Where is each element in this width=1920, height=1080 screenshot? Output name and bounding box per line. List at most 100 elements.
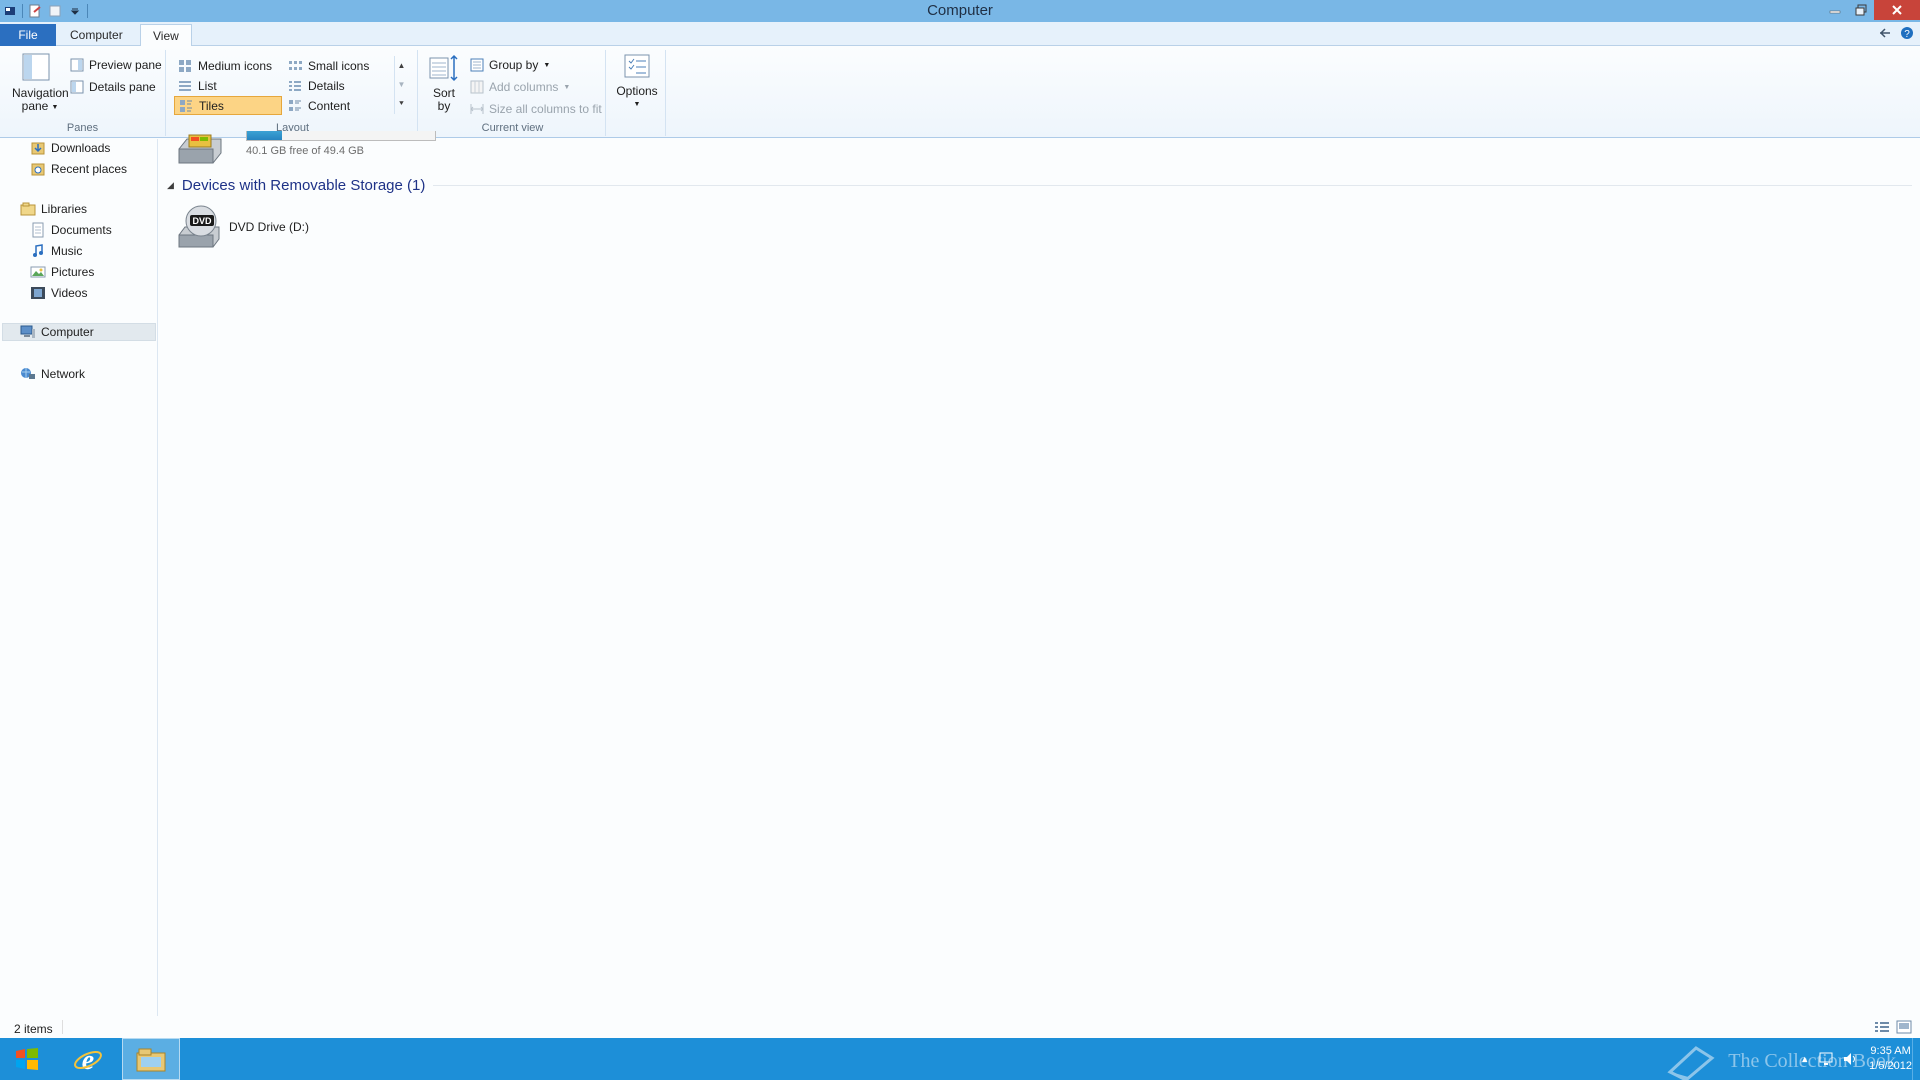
nav-label-pictures: Pictures [51,265,95,279]
group-divider [433,184,1912,186]
navigation-pane[interactable]: Downloads Recent places Libraries Docume… [0,139,158,1031]
network-status-icon[interactable] [1819,1052,1833,1066]
details-icon [289,80,301,91]
nav-item-downloads[interactable]: Downloads [30,139,110,157]
svg-text:?: ? [1904,29,1910,40]
navigation-pane-button[interactable]: Navigation pane ▼ [4,52,69,114]
nav-label-videos: Videos [51,286,88,300]
nav-item-music[interactable]: Music [30,242,82,260]
list-label: List [198,78,217,93]
add-columns-label: Add columns [489,80,559,94]
pictures-icon [30,266,46,278]
nav-item-pictures[interactable]: Pictures [30,263,94,281]
medium-icons-label: Medium icons [198,58,273,73]
details-pane-button[interactable]: Details pane [70,78,156,96]
show-hidden-icons-icon[interactable]: ▲ [1800,1054,1809,1064]
add-columns-icon [470,80,484,94]
nav-item-documents[interactable]: Documents [30,221,112,239]
layout-small-icons[interactable]: Small icons [284,56,392,75]
tab-view[interactable]: View [140,24,192,47]
file-explorer-icon [136,1048,166,1072]
large-icons-view-icon[interactable] [1896,1020,1912,1034]
layout-tiles[interactable]: Tiles [174,96,282,115]
clock[interactable]: 9:35 AM 1/5/2012 [1869,1044,1912,1074]
list-icon [179,80,191,91]
small-icons-label: Small icons [308,58,370,73]
dvd-drive-label: DVD Drive (D:) [229,220,309,234]
removable-storage-group-header[interactable]: ◢ Devices with Removable Storage (1) [167,175,1912,195]
title-bar[interactable]: Computer [0,0,1920,22]
recent-places-icon [31,163,45,176]
disk-free-text: 40.1 GB free of 49.4 GB [246,145,365,157]
options-button[interactable]: Options ▼ [612,52,662,111]
panes-group: Navigation pane ▼ Preview pane Details p… [0,50,166,136]
group-title: Devices with Removable Storage (1) [181,176,426,194]
collapse-arrow-icon[interactable]: ◢ [167,180,174,191]
nav-item-network[interactable]: Network [20,365,85,383]
network-icon [21,368,35,379]
add-columns-button[interactable]: Add columns ▼ [470,78,570,96]
status-bar: 2 items [0,1016,1920,1038]
size-columns-icon [470,104,484,114]
svg-text:e: e [82,1045,94,1074]
medium-icons-icon [179,59,191,72]
layout-details[interactable]: Details [284,76,392,95]
small-icons-icon [289,60,302,70]
tiles-icon [180,99,192,112]
tab-file[interactable]: File [0,24,56,46]
volume-icon[interactable] [1843,1052,1859,1066]
tab-computer[interactable]: Computer [58,24,135,46]
options-group: Options ▼ [608,50,666,136]
nav-label-network: Network [41,367,86,381]
taskbar-internet-explorer[interactable]: e [64,1038,112,1080]
view-toggles [1874,1020,1912,1034]
help-icon[interactable]: ? [1900,26,1914,43]
taskbar: e The Collection Book ▲ 9:35 AM 1/5/2012 [0,1038,1920,1080]
file-list-view[interactable]: 40.1 GB free of 49.4 GB ◢ Devices with R… [159,131,1920,1031]
size-all-columns-button[interactable]: Size all columns to fit [470,100,602,118]
layout-list[interactable]: List [174,76,282,95]
close-button[interactable] [1874,0,1920,20]
details-view-icon[interactable] [1874,1020,1890,1034]
gallery-down-icon[interactable]: ▼ [395,75,408,94]
sort-by-button[interactable]: Sort by [426,52,462,113]
gallery-expand-icon[interactable]: ⯆ [395,94,408,113]
layout-group: Medium icons Small icons List Details Ti… [168,50,418,136]
options-icon [624,54,650,78]
preview-pane-button[interactable]: Preview pane [70,56,162,74]
dvd-drive-icon: DVD [178,205,220,248]
current-view-group: Sort by Group by ▼ Add columns ▼ Size al… [420,50,606,136]
show-desktop-button[interactable] [1912,1038,1920,1080]
book-logo-icon [1667,1046,1715,1080]
gallery-up-icon[interactable]: ▲ [395,56,408,75]
taskbar-file-explorer[interactable] [122,1038,180,1080]
nav-item-recent-places[interactable]: Recent places [30,160,127,178]
layout-content[interactable]: Content [284,96,392,115]
restore-button[interactable] [1848,0,1874,20]
nav-item-computer[interactable]: Computer [2,323,156,341]
nav-item-libraries[interactable]: Libraries [20,200,87,218]
details-label: Details [308,78,345,93]
downloads-icon [31,142,45,155]
group-by-button[interactable]: Group by ▼ [470,56,550,74]
content-icon [289,99,301,111]
group-by-icon [470,58,484,72]
sort-by-icon [429,54,458,82]
chevron-down-icon: ▼ [563,83,571,91]
preview-pane-icon [70,58,84,72]
minimize-ribbon-icon[interactable] [1878,26,1892,43]
disk-usage-fill [247,131,283,140]
nav-label-downloads: Downloads [51,141,111,155]
windows-logo-icon [16,1048,38,1070]
dvd-icon-text: DVD [192,216,212,226]
minimize-button[interactable] [1822,0,1848,20]
nav-label-music: Music [51,244,83,258]
layout-medium-icons[interactable]: Medium icons [174,56,282,75]
clock-date: 1/5/2012 [1869,1060,1912,1072]
start-button[interactable] [4,1038,50,1080]
navigation-pane-icon [22,53,50,81]
nav-item-videos[interactable]: Videos [30,284,87,302]
content-label: Content [308,98,351,113]
dvd-drive-tile[interactable]: DVD DVD Drive (D:) [175,203,309,251]
current-view-group-label: Current view [481,122,544,134]
